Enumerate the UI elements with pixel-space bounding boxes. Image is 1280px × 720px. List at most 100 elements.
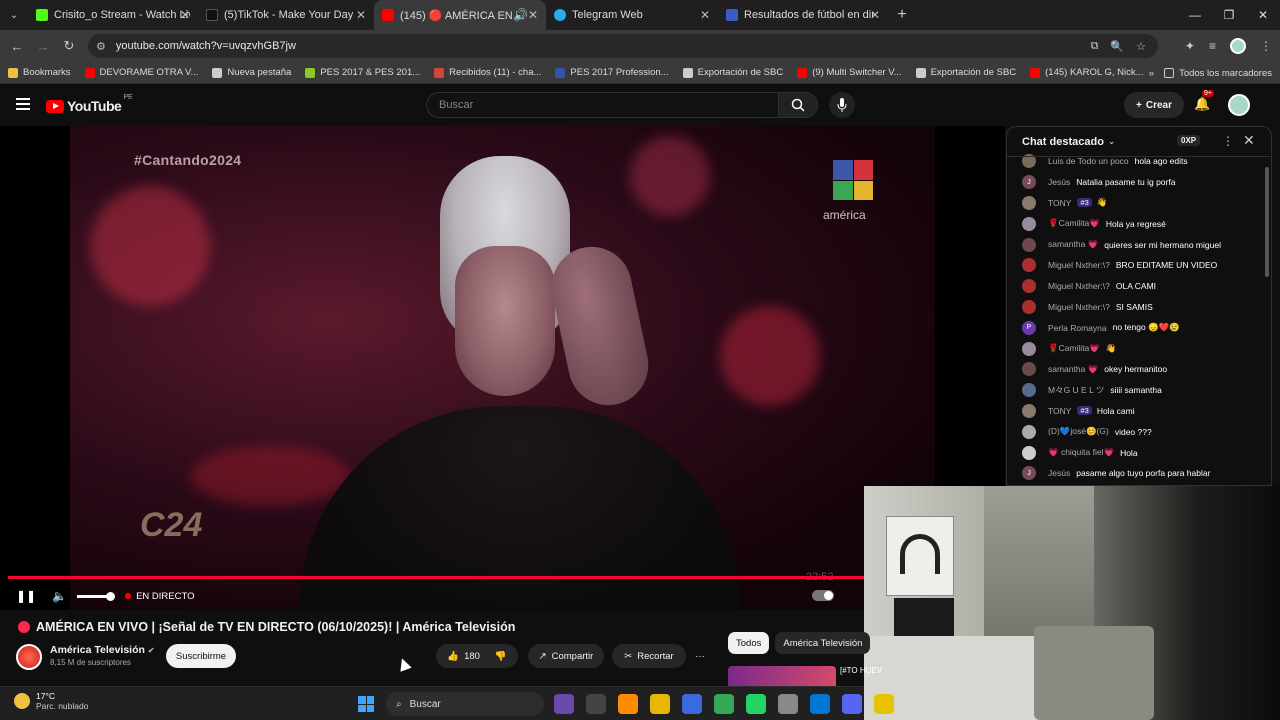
xp-badge[interactable]: 0XP — [1177, 135, 1201, 146]
bookmark-item[interactable]: Nueva pestaña — [212, 67, 291, 78]
chevron-down-icon[interactable]: ⌄ — [1108, 136, 1116, 147]
like-count[interactable]: 180 — [464, 651, 480, 662]
chat-author[interactable]: 🌹Camilita💗 — [1048, 218, 1100, 229]
chat-author[interactable]: Jesús — [1048, 177, 1070, 187]
chip-channel[interactable]: América Televisión — [775, 632, 871, 654]
close-tab-icon[interactable]: ✕ — [870, 8, 880, 22]
maximize-icon[interactable]: ❐ — [1212, 0, 1246, 30]
recommended-thumbnail[interactable] — [728, 666, 836, 686]
share-button[interactable]: ↗ Compartir — [528, 644, 604, 668]
chat-avatar[interactable] — [1022, 424, 1036, 439]
browser-tab-active[interactable]: (145) 🔴 AMÉRICA EN VIVO 🔊 ✕ — [374, 0, 546, 30]
account-avatar[interactable] — [1228, 94, 1250, 116]
taskbar-app-icon[interactable] — [682, 694, 702, 714]
close-tab-icon[interactable]: ✕ — [356, 8, 366, 22]
volume-icon[interactable]: 🔈 — [52, 589, 67, 603]
chat-author[interactable]: 💗 chiquita fiel💗 — [1048, 447, 1114, 458]
chip-all[interactable]: Todos — [728, 632, 770, 654]
bookmark-item[interactable]: PES 2017 Profession... — [555, 67, 669, 78]
volume-slider[interactable] — [77, 591, 116, 601]
browser-tab[interactable]: (5)TikTok - Make Your Day ✕ — [198, 0, 374, 30]
notifications-button[interactable]: 🔔 9+ — [1194, 90, 1214, 112]
taskbar-app-icon[interactable] — [874, 694, 894, 714]
chat-author[interactable]: Jesús — [1048, 468, 1070, 478]
close-tab-icon[interactable]: ✕ — [180, 8, 190, 22]
chat-message[interactable]: M々G U E L ツ siiii samantha — [1007, 380, 1271, 401]
media-controls-icon[interactable]: ≡ — [1209, 39, 1216, 53]
menu-kebab-icon[interactable]: ⋮ — [1260, 39, 1272, 53]
bookmarks-overflow-icon[interactable]: » — [1149, 68, 1154, 79]
chat-avatar[interactable]: J — [1022, 466, 1036, 481]
pause-icon[interactable]: ❚❚ — [16, 589, 36, 603]
chat-message[interactable]: Miguel Nxther:\? SI SAMIS — [1007, 297, 1271, 318]
site-info-icon[interactable]: ⚙ — [96, 40, 106, 53]
voice-search-button[interactable] — [829, 92, 855, 118]
chat-avatar[interactable] — [1022, 403, 1036, 418]
chat-avatar[interactable] — [1022, 445, 1036, 460]
chat-message[interactable]: samantha 💗 okey hermanitoo — [1007, 359, 1271, 380]
minimize-icon[interactable]: — — [1178, 0, 1212, 30]
chat-avatar[interactable] — [1022, 279, 1036, 294]
chat-message[interactable]: Miguel Nxther:\? BRO EDITAME UN VIDEO — [1007, 255, 1271, 276]
live-indicator[interactable]: EN DIRECTO — [125, 591, 194, 602]
new-tab-button[interactable]: + — [888, 6, 916, 24]
chat-author[interactable]: TONY — [1048, 406, 1071, 416]
chat-message[interactable]: (D)💙josé😊(G) video ??? — [1007, 421, 1271, 442]
chat-message[interactable]: TONY #3 👋 — [1007, 193, 1271, 214]
close-icon[interactable]: ✕ — [1243, 132, 1255, 149]
subscribe-button[interactable]: Suscribirme — [166, 644, 236, 668]
forward-icon[interactable]: → — [30, 39, 56, 54]
chat-avatar[interactable] — [1022, 258, 1036, 273]
back-icon[interactable]: ← — [4, 39, 30, 54]
profile-avatar[interactable] — [1230, 38, 1246, 54]
menu-icon[interactable] — [16, 98, 30, 110]
chat-avatar[interactable] — [1022, 362, 1036, 377]
taskbar-app-icon[interactable] — [746, 694, 766, 714]
bookmark-item[interactable]: (9) Multi Switcher V... — [797, 67, 902, 78]
audio-icon[interactable]: 🔊 — [513, 8, 528, 22]
all-bookmarks-folder[interactable]: Todos los marcadores — [1164, 68, 1272, 79]
chat-scrollbar[interactable] — [1265, 167, 1269, 277]
browser-tab[interactable]: Resultados de fútbol en directo ✕ — [718, 0, 888, 30]
chat-message[interactable]: J Jesús Natalia pasame tu ig porfa — [1007, 172, 1271, 193]
chat-avatar[interactable] — [1022, 383, 1036, 398]
chat-avatar[interactable]: P — [1022, 320, 1036, 335]
url-field[interactable]: ⚙ youtube.com/watch?v=uvqzvhGB7jw ⧉ 🔍 ☆ — [88, 34, 1158, 58]
create-button[interactable]: + Crear — [1124, 92, 1184, 118]
chat-message[interactable]: 🌹Camilita💗 Hola ya regresé — [1007, 213, 1271, 234]
dislike-icon[interactable]: 👎 — [495, 651, 507, 662]
windows-start-icon[interactable] — [358, 696, 374, 712]
chat-avatar[interactable] — [1022, 216, 1036, 231]
chat-mode-dropdown[interactable]: Chat destacado — [1022, 136, 1104, 148]
chat-author[interactable]: Miguel Nxther:\? — [1048, 281, 1110, 291]
bookmark-star-icon[interactable]: ☆ — [1136, 40, 1146, 53]
close-window-icon[interactable]: ✕ — [1246, 0, 1280, 30]
channel-name[interactable]: América Televisión ✔ — [50, 644, 155, 656]
progress-bar[interactable] — [8, 576, 998, 579]
chat-author[interactable]: samantha 💗 — [1048, 364, 1098, 375]
chat-author[interactable]: Miguel Nxther:\? — [1048, 260, 1110, 270]
chat-avatar[interactable] — [1022, 237, 1036, 252]
chat-message[interactable]: Miguel Nxther:\? OLA CAMI — [1007, 276, 1271, 297]
tab-search-icon[interactable]: ⌄ — [0, 0, 28, 30]
youtube-logo[interactable]: YouTube PE — [46, 94, 133, 114]
close-tab-icon[interactable]: ✕ — [700, 8, 710, 22]
install-app-icon[interactable]: ⧉ — [1091, 40, 1099, 53]
chat-author[interactable]: samantha 💗 — [1048, 239, 1098, 250]
search-input[interactable]: Buscar — [426, 92, 778, 118]
bookmark-item[interactable]: Bookmarks — [8, 67, 71, 78]
more-options-icon[interactable]: ⋮ — [1222, 134, 1234, 148]
clip-button[interactable]: ✂ Recortar — [612, 644, 686, 668]
chat-author[interactable]: Luis de Todo un poco — [1048, 156, 1129, 166]
bookmark-item[interactable]: DEVORAME OTRA V... — [84, 67, 198, 78]
channel-avatar[interactable] — [16, 644, 42, 670]
autoplay-toggle[interactable] — [812, 590, 834, 601]
bookmark-item[interactable]: PES 2017 & PES 201... — [305, 67, 420, 78]
chat-author[interactable]: TONY — [1048, 198, 1071, 208]
bookmark-item[interactable]: Recibidos (11) - cha... — [434, 67, 541, 78]
chat-message[interactable]: 🌹Camilita💗 👋 — [1007, 338, 1271, 359]
chat-message[interactable]: J Jesús pasame algo tuyo porfa para hablar — [1007, 463, 1271, 484]
video-player[interactable]: #Cantando2024 américa C24 22:52 ❚❚ 🔈 EN … — [0, 126, 1005, 610]
reload-icon[interactable]: ↻ — [56, 38, 82, 54]
browser-tab[interactable]: Telegram Web ✕ — [546, 0, 718, 30]
